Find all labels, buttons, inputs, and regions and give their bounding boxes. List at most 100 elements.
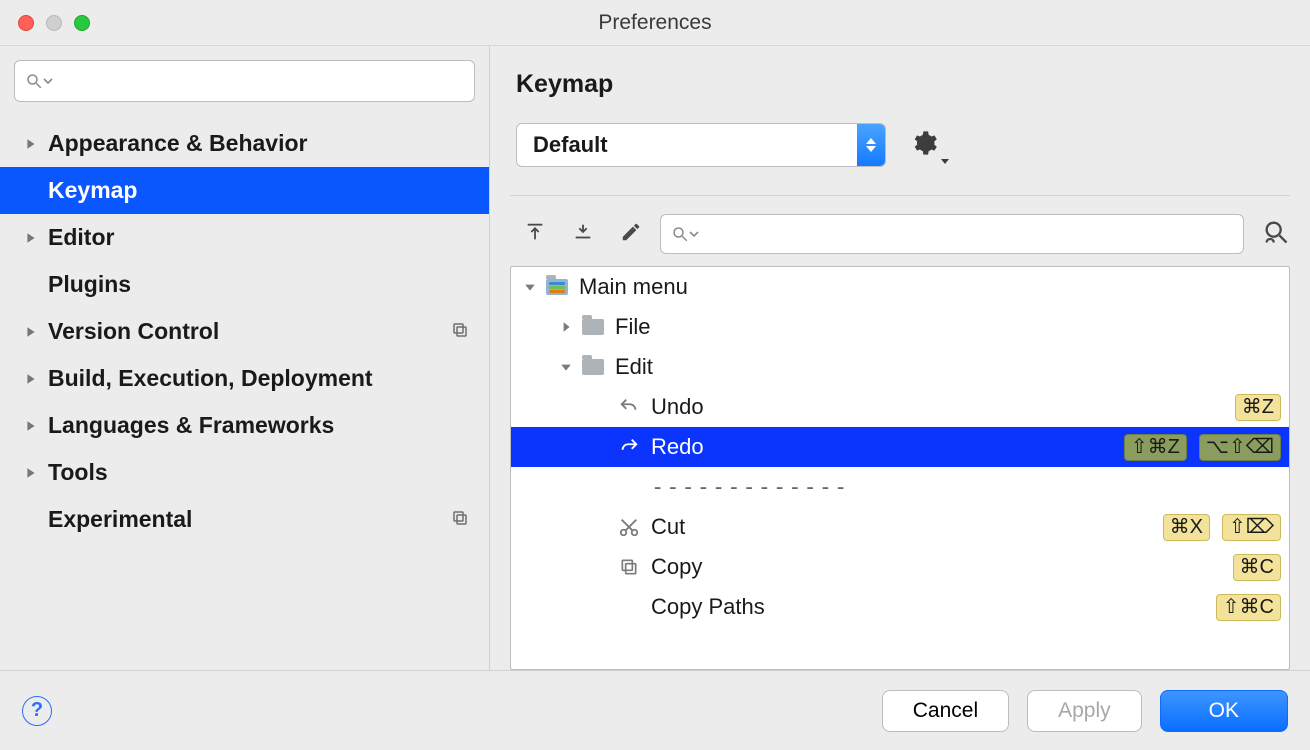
- tree-row[interactable]: Cut⌘X⇧⌦: [511, 507, 1289, 547]
- undo-icon: [617, 396, 641, 418]
- project-scope-icon: [451, 318, 469, 345]
- sidebar-item-label: Appearance & Behavior: [48, 130, 307, 157]
- sidebar-item-experimental[interactable]: Experimental: [0, 496, 489, 543]
- scheme-selected-value: Default: [533, 132, 608, 158]
- disclosure-arrow-icon: [22, 138, 40, 150]
- preferences-window: Preferences Appearance & BehaviorKeymapE…: [0, 0, 1310, 750]
- disclosure-arrow-icon: [22, 232, 40, 244]
- select-toggle-icon: [857, 124, 885, 166]
- sidebar-item-label: Version Control: [48, 318, 219, 345]
- pencil-icon: [620, 221, 642, 243]
- tree-row-label: Copy: [651, 554, 1233, 580]
- tree-row-label: Edit: [615, 354, 1289, 380]
- sidebar-item-label: Tools: [48, 459, 108, 486]
- close-window-button[interactable]: [18, 15, 34, 31]
- scheme-select[interactable]: Default: [516, 123, 886, 167]
- folder-icon: [581, 359, 605, 375]
- search-icon: [25, 72, 43, 90]
- tree-row[interactable]: Edit: [511, 347, 1289, 387]
- disclosure-arrow-icon: [557, 321, 575, 333]
- find-by-shortcut-button[interactable]: [1262, 218, 1290, 251]
- divider: [510, 195, 1290, 196]
- zoom-window-button[interactable]: [74, 15, 90, 31]
- disclosure-arrow-icon: [22, 326, 40, 338]
- shortcut-badges: ⌘X⇧⌦: [1163, 514, 1281, 541]
- chevron-down-icon: [689, 229, 699, 239]
- minimize-window-button[interactable]: [46, 15, 62, 31]
- find-shortcut-icon: [1262, 218, 1290, 246]
- project-scope-icon: [451, 506, 469, 533]
- tree-row[interactable]: Copy Paths⇧⌘C: [511, 587, 1289, 627]
- actions-search[interactable]: [660, 214, 1244, 254]
- sidebar-item-label: Experimental: [48, 506, 192, 533]
- sidebar-item-label: Languages & Frameworks: [48, 412, 334, 439]
- shortcut-badge: ⇧⌘Z: [1124, 434, 1187, 461]
- ok-button[interactable]: OK: [1160, 690, 1288, 732]
- tree-row[interactable]: Undo⌘Z: [511, 387, 1289, 427]
- sidebar-search[interactable]: [14, 60, 475, 102]
- tree-row-label: -------------: [651, 475, 1289, 500]
- keymap-tree[interactable]: Main menu File Edit Undo⌘Z Redo⇧⌘Z ⌥⇧⌫ -------…: [510, 266, 1290, 670]
- body: Appearance & Behavior Keymap Editor Plugins…: [0, 46, 1310, 670]
- disclosure-arrow-icon: [557, 361, 575, 373]
- panel-title: Keymap: [516, 70, 1290, 99]
- edit-shortcut-button[interactable]: [620, 221, 642, 248]
- tree-row[interactable]: -------------: [511, 467, 1289, 507]
- shortcut-badge: ⇧⌘C: [1216, 594, 1281, 621]
- redo-icon: [617, 436, 641, 458]
- disclosure-arrow-icon: [22, 420, 40, 432]
- tree-row-label: Copy Paths: [651, 594, 1216, 620]
- tree-row[interactable]: Copy⌘C: [511, 547, 1289, 587]
- chevron-down-icon: [43, 76, 53, 86]
- tree-row[interactable]: Main menu: [511, 267, 1289, 307]
- actions-search-input[interactable]: [699, 223, 1233, 246]
- help-button[interactable]: ?: [22, 696, 52, 726]
- sidebar-item-version-control[interactable]: Version Control: [0, 308, 489, 355]
- cancel-button[interactable]: Cancel: [882, 690, 1009, 732]
- cut-icon: [617, 516, 641, 538]
- sidebar-item-plugins[interactable]: Plugins: [0, 261, 489, 308]
- tree-row-label: Main menu: [579, 274, 1289, 300]
- sidebar: Appearance & Behavior Keymap Editor Plugins…: [0, 46, 490, 670]
- expand-all-icon: [524, 221, 546, 243]
- shortcut-badges: ⌘Z: [1235, 394, 1281, 421]
- dialog-footer: ? Cancel Apply OK: [0, 670, 1310, 750]
- tree-row-label: File: [615, 314, 1289, 340]
- keymap-toolbar: [510, 214, 1290, 254]
- apply-button[interactable]: Apply: [1027, 690, 1142, 732]
- disclosure-arrow-icon: [521, 281, 539, 293]
- tree-row-label: Undo: [651, 394, 1235, 420]
- sidebar-item-appearance-behavior[interactable]: Appearance & Behavior: [0, 120, 489, 167]
- expand-all-button[interactable]: [524, 221, 546, 248]
- copy-icon: [617, 557, 641, 577]
- sidebar-item-tools[interactable]: Tools: [0, 449, 489, 496]
- tree-row[interactable]: Redo⇧⌘Z ⌥⇧⌫: [511, 427, 1289, 467]
- collapse-all-icon: [572, 221, 594, 243]
- folder-icon: [581, 319, 605, 335]
- sidebar-item-label: Editor: [48, 224, 114, 251]
- chevron-down-icon: [940, 157, 950, 167]
- search-icon: [671, 225, 689, 243]
- category-list: Appearance & Behavior Keymap Editor Plugins…: [0, 112, 489, 670]
- shortcut-badge: ⌘C: [1233, 554, 1281, 581]
- tree-row-label: Redo: [651, 434, 1124, 460]
- scheme-actions-button[interactable]: [910, 129, 950, 162]
- disclosure-arrow-icon: [22, 467, 40, 479]
- tree-row[interactable]: File: [511, 307, 1289, 347]
- tree-row-label: Cut: [651, 514, 1163, 540]
- collapse-all-button[interactable]: [572, 221, 594, 248]
- sidebar-item-build-execution-deployment[interactable]: Build, Execution, Deployment: [0, 355, 489, 402]
- disclosure-arrow-icon: [22, 373, 40, 385]
- folder-icon: [545, 279, 569, 295]
- sidebar-search-input[interactable]: [53, 70, 464, 93]
- sidebar-item-languages-frameworks[interactable]: Languages & Frameworks: [0, 402, 489, 449]
- gear-icon: [910, 129, 938, 157]
- sidebar-item-editor[interactable]: Editor: [0, 214, 489, 261]
- shortcut-badges: ⇧⌘Z ⌥⇧⌫: [1124, 434, 1281, 461]
- sidebar-item-keymap[interactable]: Keymap: [0, 167, 489, 214]
- shortcut-badge: ⇧⌦: [1222, 514, 1281, 541]
- main-panel: Keymap Default: [490, 46, 1310, 670]
- shortcut-badge: ⌘Z: [1235, 394, 1281, 421]
- shortcut-badges: ⌘C: [1233, 554, 1281, 581]
- shortcut-badge: ⌥⇧⌫: [1199, 434, 1281, 461]
